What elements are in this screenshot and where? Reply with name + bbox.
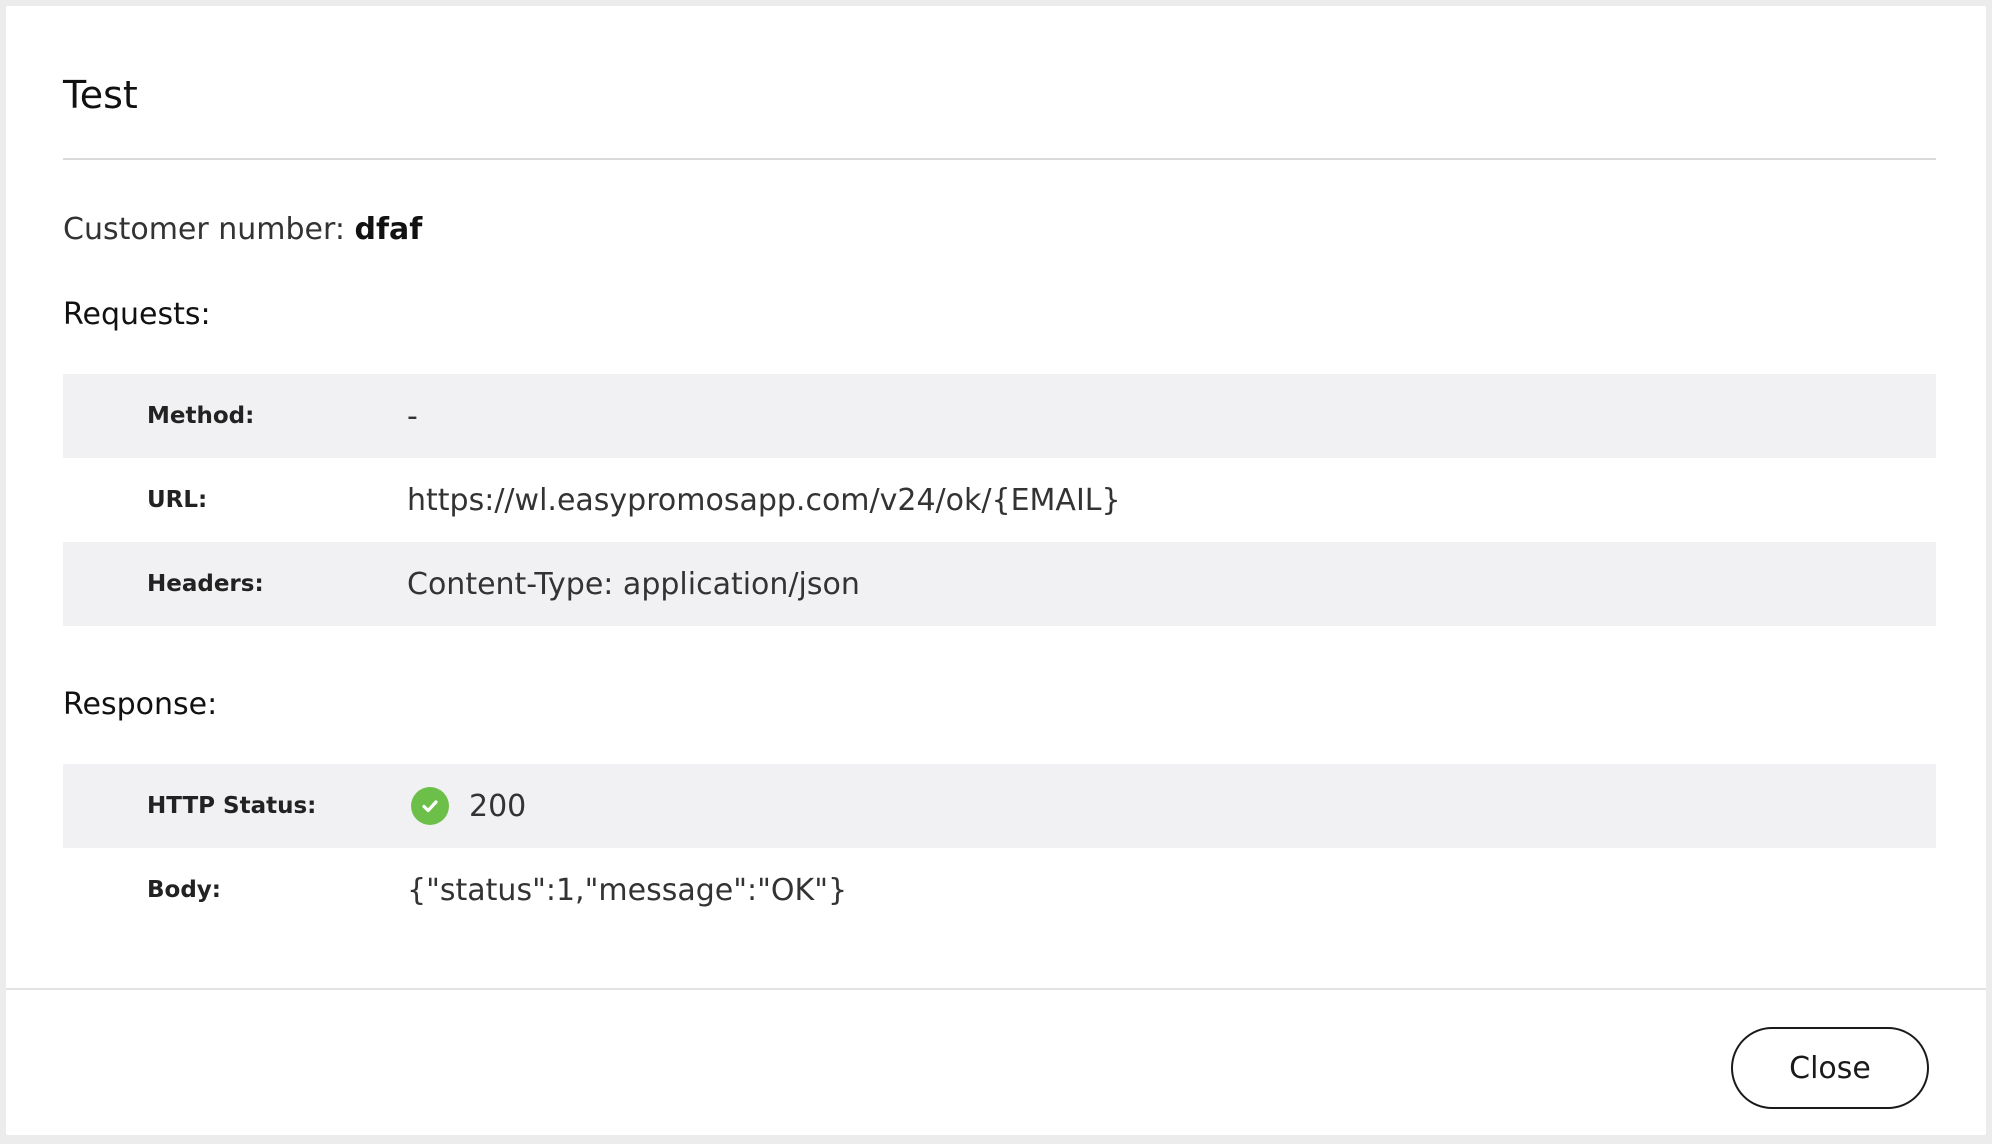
check-circle-icon [411,787,449,825]
response-title: Response: [63,687,218,722]
request-row-headers: Headers: Content-Type: application/json [63,542,1936,626]
modal-header: Test [63,6,1936,160]
test-modal: Test Customer number: dfaf Requests: Met… [6,6,1986,1135]
method-value: - [407,398,418,434]
headers-value: Content-Type: application/json [407,566,860,602]
response-table: HTTP Status: 200 Body: {"status":1,"mess… [63,764,1936,932]
modal-title: Test [63,73,138,117]
http-status-value-wrap: 200 [407,787,526,825]
customer-number-label: Customer number: [63,212,345,247]
response-row-body: Body: {"status":1,"message":"OK"} [63,848,1936,932]
method-label: Method: [147,403,255,429]
headers-label: Headers: [147,571,264,597]
request-row-url: URL: https://wl.easypromosapp.com/v24/ok… [63,458,1936,542]
modal-footer: Close [6,988,1986,1137]
url-label: URL: [147,487,208,513]
body-label: Body: [147,877,221,903]
close-button[interactable]: Close [1731,1027,1929,1109]
response-row-status: HTTP Status: 200 [63,764,1936,848]
http-status-value: 200 [469,788,527,824]
customer-number: Customer number: dfaf [63,210,422,250]
request-row-method: Method: - [63,374,1936,458]
customer-number-value: dfaf [354,212,423,247]
url-value: https://wl.easypromosapp.com/v24/ok/{EMA… [407,482,1121,518]
http-status-label: HTTP Status: [147,793,317,819]
requests-title: Requests: [63,297,211,332]
requests-table: Method: - URL: https://wl.easypromosapp.… [63,374,1936,626]
body-value: {"status":1,"message":"OK"} [407,872,848,908]
